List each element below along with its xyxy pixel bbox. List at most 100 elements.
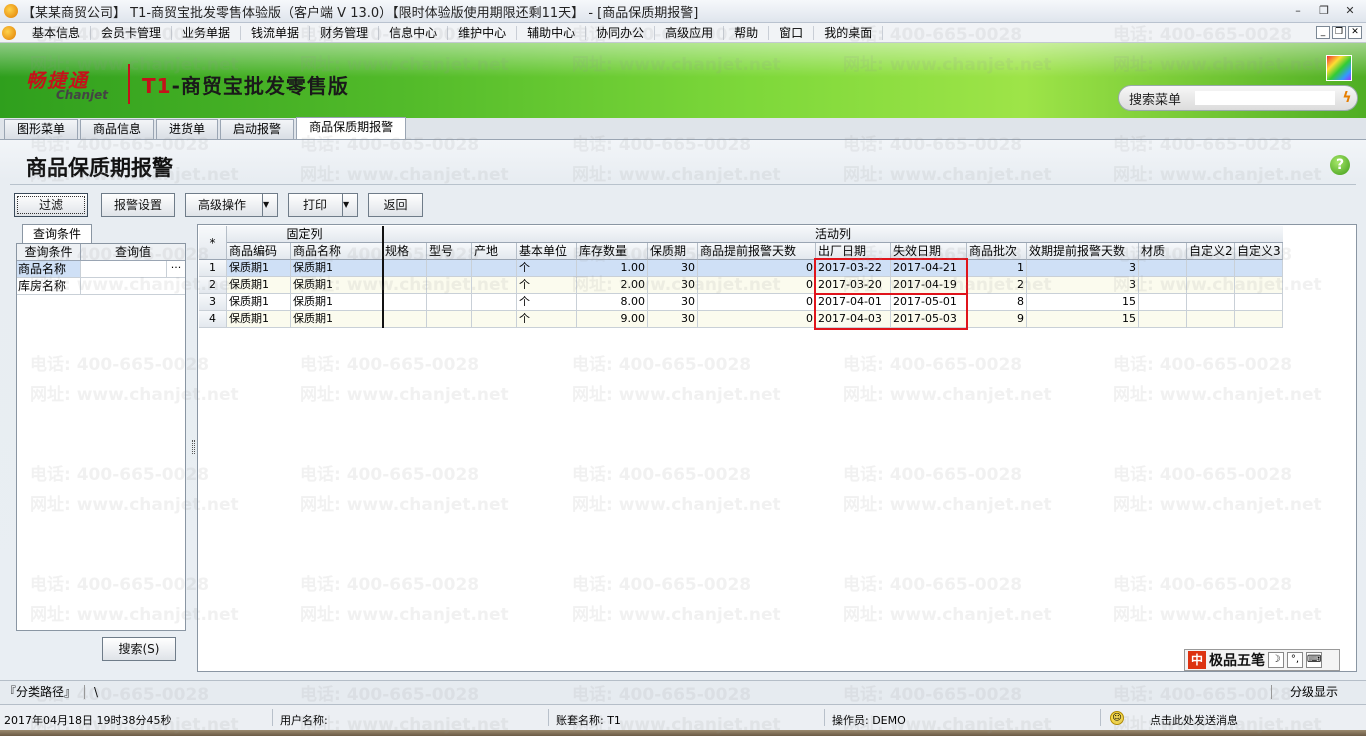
- smiley-icon[interactable]: ☺: [1110, 711, 1124, 725]
- cell-warn-days[interactable]: 0: [698, 260, 816, 277]
- mdi-restore-button[interactable]: ❐: [1332, 26, 1346, 39]
- punctuation-icon[interactable]: °,: [1287, 652, 1303, 668]
- cell-qty[interactable]: 8.00: [577, 294, 648, 311]
- filter-button[interactable]: 过滤: [14, 193, 88, 217]
- cell-material[interactable]: [1139, 277, 1187, 294]
- menu-maintenance[interactable]: 维护中心: [448, 25, 518, 40]
- send-message-link[interactable]: 点击此处发送消息: [1150, 712, 1238, 728]
- cell-c3[interactable]: [1235, 260, 1283, 277]
- cell-batch[interactable]: 8: [967, 294, 1027, 311]
- tab-startup-alarm[interactable]: 启动报警: [220, 119, 295, 139]
- column-header[interactable]: 型号: [427, 243, 472, 260]
- row-number[interactable]: 1: [199, 260, 227, 277]
- cell-c2[interactable]: [1187, 294, 1235, 311]
- cell-shelf[interactable]: 30: [648, 260, 698, 277]
- column-header[interactable]: 基本单位: [517, 243, 577, 260]
- cell-spec[interactable]: [383, 294, 427, 311]
- cell-name[interactable]: 保质期1: [291, 311, 383, 328]
- cell-model[interactable]: [427, 311, 472, 328]
- column-header[interactable]: 商品编码: [227, 243, 291, 260]
- column-header[interactable]: 商品批次: [967, 243, 1027, 260]
- chevron-down-icon[interactable]: ▼: [262, 194, 277, 216]
- query-value-input[interactable]: [81, 261, 167, 277]
- menu-assist[interactable]: 辅助中心: [517, 25, 587, 40]
- cell-origin[interactable]: [472, 277, 517, 294]
- help-icon[interactable]: ?: [1330, 155, 1350, 175]
- column-header[interactable]: 自定义3: [1235, 243, 1283, 260]
- cell-shelf[interactable]: 30: [648, 294, 698, 311]
- cell-material[interactable]: [1139, 311, 1187, 328]
- menu-advanced[interactable]: 高级应用: [655, 25, 725, 40]
- cell-qty[interactable]: 9.00: [577, 311, 648, 328]
- row-number[interactable]: 2: [199, 277, 227, 294]
- column-header[interactable]: 材质: [1139, 243, 1187, 260]
- cell-model[interactable]: [427, 277, 472, 294]
- cell-shelf[interactable]: 30: [648, 277, 698, 294]
- grid-corner[interactable]: *: [199, 226, 227, 260]
- back-button[interactable]: 返回: [368, 193, 423, 217]
- query-row[interactable]: 商品名称 ···: [17, 261, 185, 278]
- cell-model[interactable]: [427, 260, 472, 277]
- advanced-ops-button[interactable]: 高级操作 ▼: [185, 193, 278, 217]
- cell-warn-days[interactable]: 0: [698, 311, 816, 328]
- cell-code[interactable]: 保质期1: [227, 260, 291, 277]
- keyboard-icon[interactable]: ⌨: [1306, 652, 1322, 668]
- cell-exp-warn[interactable]: 3: [1027, 260, 1139, 277]
- menu-cash-docs[interactable]: 钱流单据: [241, 25, 311, 40]
- cell-qty[interactable]: 2.00: [577, 277, 648, 294]
- menu-help[interactable]: 帮助: [724, 25, 770, 40]
- print-button[interactable]: 打印 ▼: [288, 193, 358, 217]
- column-header[interactable]: 规格: [383, 243, 427, 260]
- cell-batch[interactable]: 1: [967, 260, 1027, 277]
- cell-code[interactable]: 保质期1: [227, 277, 291, 294]
- query-conditions-tab[interactable]: 查询条件: [22, 224, 92, 244]
- ime-logo-icon[interactable]: 中: [1188, 651, 1206, 669]
- column-header[interactable]: 效期提前报警天数: [1027, 243, 1139, 260]
- cell-c3[interactable]: [1235, 277, 1283, 294]
- ime-name[interactable]: 极品五笔: [1209, 650, 1265, 670]
- column-header[interactable]: 商品名称: [291, 243, 383, 260]
- query-row[interactable]: 库房名称: [17, 278, 185, 295]
- cell-spec[interactable]: [383, 311, 427, 328]
- cell-c3[interactable]: [1235, 311, 1283, 328]
- cell-qty[interactable]: 1.00: [577, 260, 648, 277]
- cell-batch[interactable]: 9: [967, 311, 1027, 328]
- cell-name[interactable]: 保质期1: [291, 260, 383, 277]
- skin-icon[interactable]: [1326, 55, 1352, 81]
- app-menu-icon[interactable]: [2, 25, 16, 40]
- tab-purchase-order[interactable]: 进货单: [156, 119, 219, 139]
- column-header[interactable]: 商品提前报警天数: [698, 243, 816, 260]
- query-value-input[interactable]: [81, 278, 185, 294]
- hierarchical-display-button[interactable]: 分级显示: [1290, 681, 1338, 703]
- cell-spec[interactable]: [383, 277, 427, 294]
- restore-button[interactable]: ❐: [1314, 3, 1334, 19]
- cell-warn-days[interactable]: 0: [698, 294, 816, 311]
- close-button[interactable]: ✕: [1340, 3, 1360, 19]
- chevron-down-icon[interactable]: ▼: [342, 194, 357, 216]
- column-header[interactable]: 库存数量: [577, 243, 648, 260]
- cell-shelf[interactable]: 30: [648, 311, 698, 328]
- cell-name[interactable]: 保质期1: [291, 294, 383, 311]
- moon-icon[interactable]: ☽: [1268, 652, 1284, 668]
- cell-c2[interactable]: [1187, 277, 1235, 294]
- cell-spec[interactable]: [383, 260, 427, 277]
- cell-c3[interactable]: [1235, 294, 1283, 311]
- menu-window[interactable]: 窗口: [769, 25, 815, 40]
- cell-warn-days[interactable]: 0: [698, 277, 816, 294]
- menu-member-card[interactable]: 会员卡管理: [91, 25, 173, 40]
- cell-origin[interactable]: [472, 294, 517, 311]
- menu-business-docs[interactable]: 业务单据: [172, 25, 242, 40]
- cell-unit[interactable]: 个: [517, 294, 577, 311]
- cell-exp-warn[interactable]: 3: [1027, 277, 1139, 294]
- tab-shelf-life-alarm[interactable]: 商品保质期报警: [296, 117, 407, 139]
- cell-exp-warn[interactable]: 15: [1027, 311, 1139, 328]
- minimize-button[interactable]: –: [1288, 3, 1308, 19]
- cell-model[interactable]: [427, 294, 472, 311]
- cell-name[interactable]: 保质期1: [291, 277, 383, 294]
- mdi-minimize-button[interactable]: _: [1316, 26, 1330, 39]
- ellipsis-button[interactable]: ···: [167, 261, 185, 277]
- lightning-search-icon[interactable]: ϟ: [1339, 90, 1355, 106]
- cell-code[interactable]: 保质期1: [227, 311, 291, 328]
- mdi-close-button[interactable]: ✕: [1348, 26, 1362, 39]
- ime-toolbar[interactable]: 中 极品五笔 ☽ °, ⌨: [1184, 649, 1340, 671]
